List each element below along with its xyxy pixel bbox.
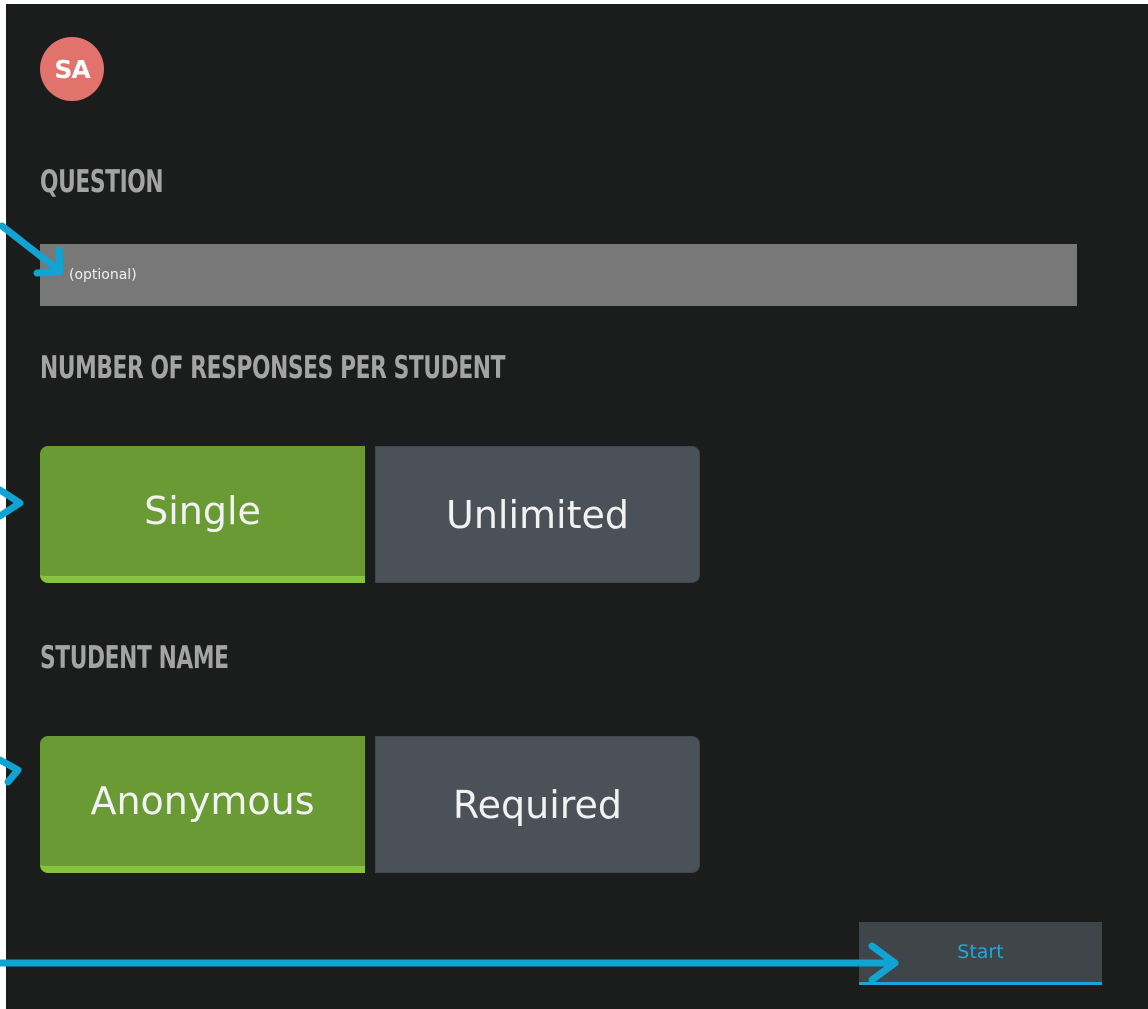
start-button[interactable]: Start: [859, 922, 1102, 985]
anonymous-option-button[interactable]: Anonymous: [40, 736, 365, 873]
student-name-heading: STUDENT NAME: [40, 640, 229, 676]
question-heading: QUESTION: [40, 164, 164, 200]
responses-heading: NUMBER OF RESPONSES PER STUDENT: [40, 350, 506, 386]
responses-toggle-group: Single Unlimited: [40, 446, 700, 583]
question-input[interactable]: [40, 244, 1077, 306]
student-name-toggle-group: Anonymous Required: [40, 736, 700, 873]
avatar[interactable]: SA: [40, 37, 104, 101]
unlimited-option-button[interactable]: Unlimited: [375, 446, 700, 583]
single-option-button[interactable]: Single: [40, 446, 365, 583]
required-option-button[interactable]: Required: [375, 736, 700, 873]
settings-panel: SA QUESTION NUMBER OF RESPONSES PER STUD…: [6, 4, 1148, 1009]
